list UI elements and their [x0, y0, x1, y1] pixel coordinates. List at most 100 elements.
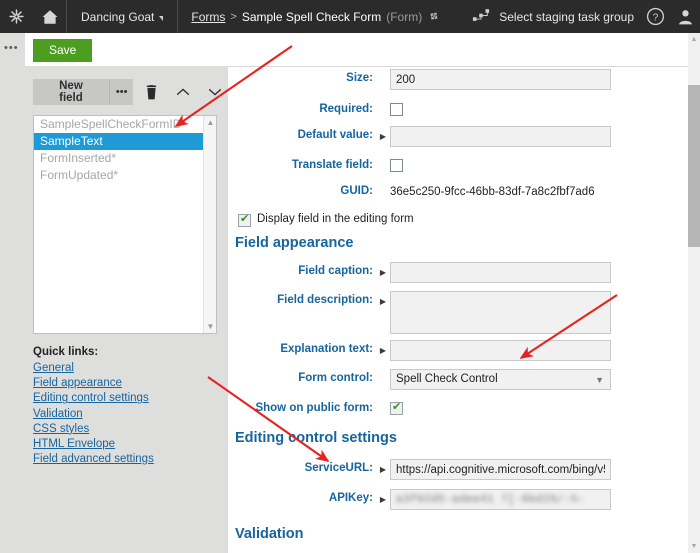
breadcrumb-parent-link[interactable]: Forms — [191, 10, 225, 24]
new-field-button[interactable]: New field — [33, 79, 109, 105]
required-label: Required: — [319, 103, 373, 115]
default-value-input[interactable] — [390, 126, 611, 147]
quick-link-field-appearance[interactable]: Field appearance — [33, 376, 223, 391]
left-rail: ••• — [0, 33, 25, 553]
field-list-scrollbar[interactable]: ▲ ▼ — [203, 116, 216, 333]
list-item[interactable]: SampleText — [34, 133, 203, 150]
quick-link-validation[interactable]: Validation — [33, 407, 223, 422]
form-row-default-value: Default value: ▶ — [228, 126, 688, 147]
spacer: ▶ — [378, 399, 388, 419]
explanation-text-input[interactable] — [390, 340, 611, 361]
save-button[interactable]: Save — [33, 39, 93, 62]
display-field-in-editing-form-checkbox[interactable] — [238, 212, 251, 227]
translate-field-checkbox-wrap — [390, 156, 403, 177]
staging-task-group-selector[interactable]: Select staging task group — [472, 8, 640, 26]
field-description-input[interactable] — [390, 291, 611, 334]
scroll-up-arrow-icon[interactable]: ▲ — [688, 33, 700, 46]
form-row-size: Size: ▶ — [228, 69, 688, 90]
home-icon[interactable] — [33, 0, 66, 33]
form-row-api-key: APIKey: ▶ a3f02d5-adee41 7[-6bd1%/-h-3g4… — [228, 489, 688, 510]
spacer: ▶ — [378, 369, 388, 389]
scroll-down-arrow-icon[interactable]: ▼ — [688, 540, 700, 553]
show-on-public-form-checkbox-wrap — [390, 399, 403, 420]
default-value-label: Default value: — [297, 129, 373, 141]
list-item[interactable]: FormInserted* — [34, 150, 203, 167]
macro-triangle-icon[interactable]: ▶ — [378, 126, 388, 146]
service-url-input[interactable] — [390, 459, 611, 480]
field-caption-label: Field caption: — [298, 265, 373, 277]
list-item[interactable]: SampleSpellCheckFormID* — [34, 116, 203, 133]
quick-link-html-envelope[interactable]: HTML Envelope — [33, 437, 223, 452]
guid-label: GUID: — [340, 185, 373, 197]
svg-text:?: ? — [652, 12, 658, 23]
show-on-public-form-label: Show on public form: — [255, 402, 373, 414]
quick-link-editing-control-settings[interactable]: Editing control settings — [33, 391, 223, 406]
size-label: Size: — [346, 72, 373, 84]
display-field-in-editing-form-label: Display field in the editing form — [257, 213, 414, 225]
form-control-select[interactable]: Spell Check Control ▼ — [390, 369, 611, 390]
field-list[interactable]: SampleSpellCheckFormID* SampleText FormI… — [33, 115, 217, 334]
app-window: Dancing Goat Forms > Sample Spell Check … — [0, 0, 700, 553]
required-checkbox-wrap — [390, 100, 403, 121]
page-scrollbar[interactable]: ▲ ▼ — [688, 33, 700, 553]
form-row-field-caption: Field caption: ▶ — [228, 262, 688, 283]
field-toolbar: New field ••• — [33, 79, 228, 105]
form-row-field-description: Field description: ▶ — [228, 291, 688, 339]
field-list-items: SampleSpellCheckFormID* SampleText FormI… — [34, 116, 203, 184]
pin-icon[interactable]: ✥ — [426, 9, 441, 24]
quick-link-css-styles[interactable]: CSS styles — [33, 422, 223, 437]
kentico-asterisk-icon[interactable] — [0, 0, 33, 33]
required-checkbox[interactable] — [390, 103, 403, 116]
section-heading-field-appearance: Field appearance — [235, 235, 354, 251]
divider — [228, 66, 688, 67]
api-key-input[interactable]: a3f02d5-adee41 7[-6bd1%/-h-3g44*7] i — [390, 489, 611, 510]
chevron-up-icon[interactable] — [171, 79, 197, 105]
form-control-selected-value: Spell Check Control — [396, 373, 498, 385]
macro-triangle-icon[interactable]: ▶ — [378, 291, 388, 311]
breadcrumb-current: Sample Spell Check Form — [241, 9, 382, 24]
show-on-public-form-checkbox[interactable] — [390, 400, 403, 415]
breadcrumb-type: (Form) — [386, 9, 423, 24]
spacer: ▶ — [378, 100, 388, 120]
guid-value: 36e5c250-9fcc-46bb-83df-7a8c2fbf7ad6 — [390, 186, 595, 198]
form-row-service-url: ServiceURL: ▶ — [228, 459, 688, 480]
translate-field-checkbox[interactable] — [390, 159, 403, 172]
form-row-guid: GUID: ▶ 36e5c250-9fcc-46bb-83df-7a8c2fbf… — [228, 182, 688, 203]
api-key-label: APIKey: — [328, 492, 373, 504]
quick-link-field-advanced-settings[interactable]: Field advanced settings — [33, 452, 223, 467]
scroll-down-arrow-icon[interactable]: ▼ — [204, 320, 216, 333]
staging-label: Select staging task group — [499, 9, 634, 24]
quick-links-title: Quick links: — [33, 346, 99, 358]
help-question-icon[interactable]: ? — [640, 0, 670, 33]
staging-nodes-icon — [472, 8, 490, 26]
spacer: ▶ — [378, 182, 388, 202]
field-description-label: Field description: — [277, 294, 373, 306]
breadcrumb-separator: > — [230, 10, 237, 23]
spacer: ▶ — [378, 69, 388, 89]
field-caption-input[interactable] — [390, 262, 611, 283]
macro-triangle-icon[interactable]: ▶ — [378, 459, 388, 479]
trash-icon[interactable] — [139, 79, 165, 105]
user-avatar-icon[interactable] — [670, 0, 700, 33]
quick-link-general[interactable]: General — [33, 361, 223, 376]
site-name: Dancing Goat — [81, 9, 155, 24]
form-row-show-on-public-form: Show on public form: ▶ — [228, 399, 688, 420]
field-settings-form: Size: ▶ Required: ▶ Default value: ▶ Tra… — [228, 66, 688, 553]
chevron-down-icon[interactable] — [202, 79, 228, 105]
chevron-down-icon: ▼ — [595, 375, 604, 385]
scrollbar-thumb[interactable] — [688, 85, 700, 247]
macro-triangle-icon[interactable]: ▶ — [378, 489, 388, 509]
list-item[interactable]: FormUpdated* — [34, 167, 203, 184]
size-input[interactable] — [390, 69, 611, 90]
left-rail-more-button[interactable]: ••• — [4, 43, 19, 54]
translate-field-label: Translate field: — [291, 159, 373, 171]
action-bar: Save — [25, 33, 700, 66]
new-field-more-button[interactable]: ••• — [108, 79, 133, 105]
site-selector[interactable]: Dancing Goat — [67, 0, 177, 33]
top-navigation-bar: Dancing Goat Forms > Sample Spell Check … — [0, 0, 700, 33]
macro-triangle-icon[interactable]: ▶ — [378, 340, 388, 360]
macro-triangle-icon[interactable]: ▶ — [378, 262, 388, 282]
api-key-masked-value: a3f02d5-adee41 7[-6bd1%/-h-3g44*7] i — [396, 494, 586, 506]
display-field-in-editing-form-row: Display field in the editing form — [238, 211, 414, 228]
scroll-up-arrow-icon[interactable]: ▲ — [204, 116, 216, 129]
